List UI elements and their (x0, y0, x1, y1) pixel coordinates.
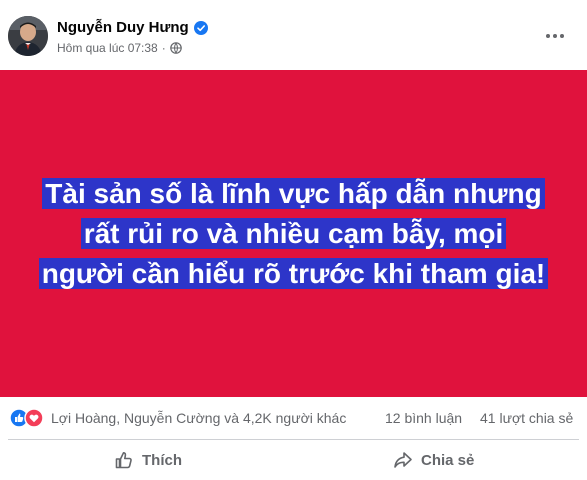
author-avatar[interactable] (8, 16, 48, 56)
post-header: Nguyễn Duy Hưng Hôm qua lúc 07:38 · (0, 0, 587, 70)
meta-separator: · (161, 41, 166, 55)
headline-line-2: rất rủi ro và nhiều cạm bẫy, mọi (80, 218, 507, 249)
verified-badge-icon (193, 20, 208, 35)
love-icon (24, 408, 44, 428)
author-name[interactable]: Nguyễn Duy Hưng (57, 19, 208, 36)
share-button[interactable]: Chia sẻ (393, 444, 474, 476)
reactions-bar: Lợi Hoàng, Nguyễn Cường và 4,2K người kh… (0, 397, 587, 441)
post-meta: Hôm qua lúc 07:38 · (57, 41, 182, 55)
image-headline: Tài sản số là lĩnh vực hấp dẫn nhưng rất… (0, 174, 587, 294)
headline-line-3: người cần hiểu rõ trước khi tham gia! (38, 258, 549, 289)
share-label[interactable]: Chia sẻ (421, 452, 474, 469)
post-timestamp[interactable]: Hôm qua lúc 07:38 (57, 41, 158, 55)
share-count[interactable]: 41 lượt chia sẻ (480, 410, 573, 426)
headline-line-1: Tài sản số là lĩnh vực hấp dẫn nhưng (42, 178, 545, 209)
like-button[interactable]: Thích (114, 444, 182, 476)
like-label[interactable]: Thích (142, 452, 182, 469)
post-actions: Thích Chia sẻ (0, 440, 587, 480)
post-image[interactable]: Tài sản số là lĩnh vực hấp dẫn nhưng rất… (0, 70, 587, 397)
reaction-icons[interactable] (9, 408, 45, 428)
globe-icon[interactable] (169, 42, 182, 54)
author-name-text[interactable]: Nguyễn Duy Hưng (57, 19, 189, 36)
share-arrow-icon (393, 450, 413, 470)
more-options-icon[interactable] (543, 26, 567, 46)
thumbs-up-icon (114, 450, 134, 470)
comment-count[interactable]: 12 bình luận (385, 410, 462, 426)
reaction-names[interactable]: Lợi Hoàng, Nguyễn Cường và 4,2K người kh… (51, 410, 346, 426)
facebook-post: Nguyễn Duy Hưng Hôm qua lúc 07:38 · Tài … (0, 0, 587, 480)
